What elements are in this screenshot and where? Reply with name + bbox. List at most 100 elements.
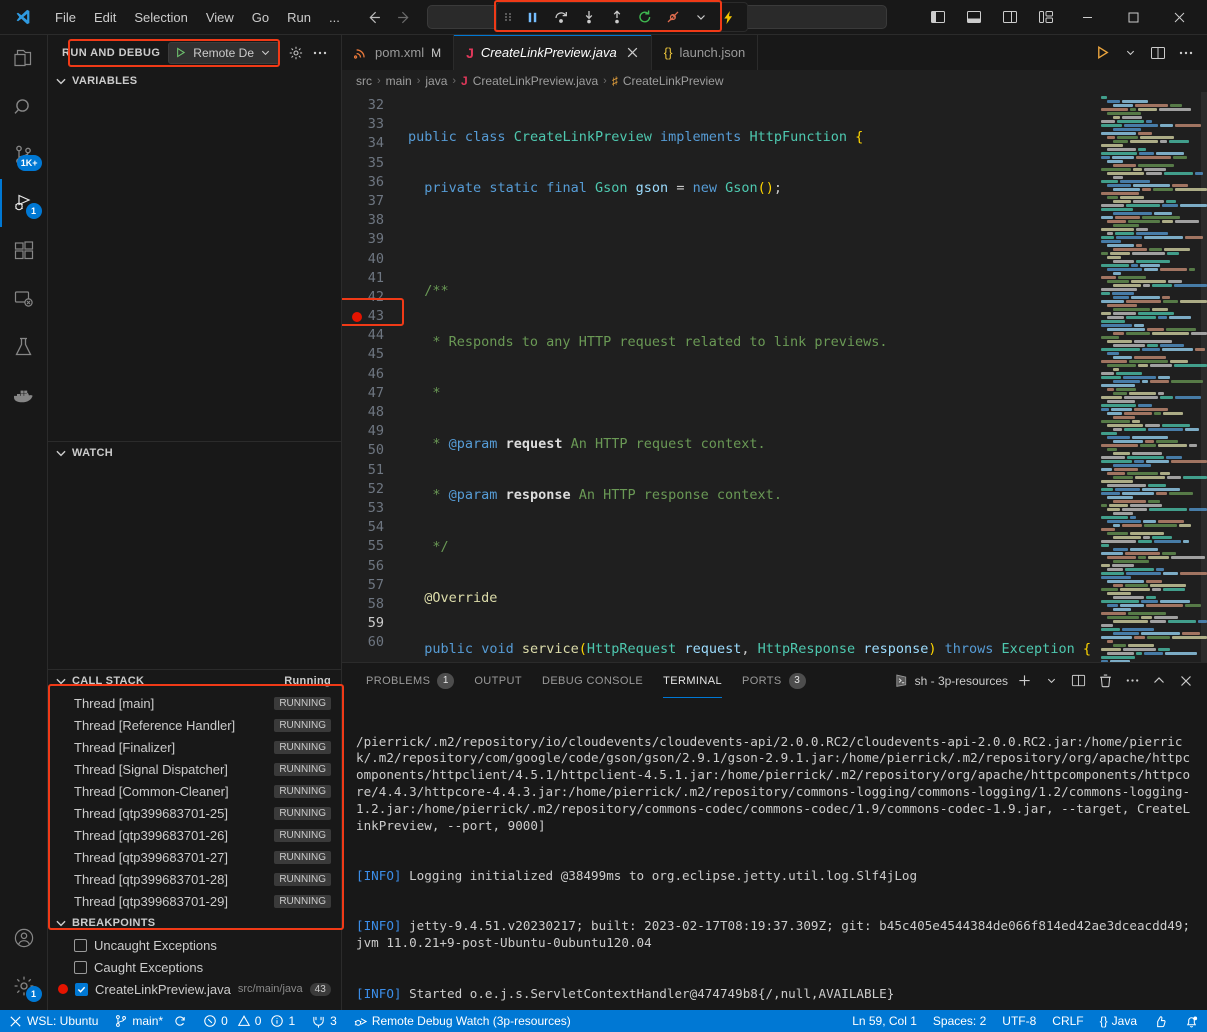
close-window-button[interactable] bbox=[1157, 0, 1201, 34]
code-editor[interactable]: 32 33 34 35 36 37 38 39 40 41 42 43 44 4… bbox=[342, 92, 1207, 662]
debug-session-dropdown-icon[interactable] bbox=[688, 5, 713, 29]
status-encoding[interactable]: UTF-8 bbox=[994, 1010, 1044, 1032]
debug-step-out-button[interactable] bbox=[604, 5, 629, 29]
menu-file[interactable]: File bbox=[46, 6, 85, 29]
toggle-panel-icon[interactable] bbox=[957, 2, 991, 32]
customize-layout-icon[interactable] bbox=[1029, 2, 1063, 32]
checkbox[interactable] bbox=[74, 961, 87, 974]
debug-pause-button[interactable] bbox=[520, 5, 545, 29]
breakpoint-dot-icon[interactable] bbox=[352, 312, 362, 322]
minimize-window-button[interactable] bbox=[1065, 0, 1109, 34]
minimap-slider[interactable] bbox=[1201, 92, 1207, 662]
activity-item-remote-explorer[interactable] bbox=[0, 275, 48, 323]
menu-run[interactable]: Run bbox=[278, 6, 320, 29]
breadcrumb-src[interactable]: src bbox=[356, 74, 372, 88]
checkbox[interactable] bbox=[75, 983, 88, 996]
menu-view[interactable]: View bbox=[197, 6, 243, 29]
tab-output[interactable]: OUTPUT bbox=[464, 663, 532, 698]
callstack-section-header[interactable]: CALL STACK Running bbox=[48, 670, 341, 692]
run-dropdown-icon[interactable] bbox=[1117, 39, 1143, 67]
breadcrumb-symbol[interactable]: CreateLinkPreview bbox=[623, 74, 724, 88]
breadcrumb-java[interactable]: java bbox=[425, 74, 447, 88]
list-item[interactable]: Thread [Common-Cleaner] RUNNING bbox=[48, 780, 341, 802]
list-item[interactable]: Thread [qtp399683701-27] RUNNING bbox=[48, 846, 341, 868]
breakpoint-caught-exceptions[interactable]: Caught Exceptions bbox=[48, 956, 341, 978]
terminal-output[interactable]: /pierrick/.m2/repository/io/cloudevents/… bbox=[342, 698, 1207, 1010]
maximize-panel-button[interactable] bbox=[1148, 669, 1170, 693]
debug-hot-reload-icon[interactable] bbox=[716, 5, 741, 29]
list-item[interactable]: Thread [qtp399683701-29] RUNNING bbox=[48, 890, 341, 912]
activity-item-accounts[interactable] bbox=[0, 914, 48, 962]
list-item[interactable]: Thread [Finalizer] RUNNING bbox=[48, 736, 341, 758]
tab-launch-json[interactable]: {} launch.json bbox=[652, 35, 758, 70]
new-terminal-button[interactable] bbox=[1013, 669, 1035, 693]
debug-toolbar-drag-handle[interactable] bbox=[503, 9, 517, 25]
list-item[interactable]: Thread [qtp399683701-28] RUNNING bbox=[48, 868, 341, 890]
menu-edit[interactable]: Edit bbox=[85, 6, 125, 29]
status-problems-indicator[interactable]: 0 0 1 bbox=[195, 1010, 303, 1032]
activity-item-explorer[interactable] bbox=[0, 35, 48, 83]
status-language-mode[interactable]: {} Java bbox=[1092, 1010, 1145, 1032]
breakpoints-section-header[interactable]: BREAKPOINTS bbox=[48, 912, 341, 934]
list-item[interactable]: Thread [Reference Handler] RUNNING bbox=[48, 714, 341, 736]
status-indentation[interactable]: Spaces: 2 bbox=[925, 1010, 994, 1032]
menu-selection[interactable]: Selection bbox=[125, 6, 196, 29]
activity-item-testing[interactable] bbox=[0, 323, 48, 371]
activity-item-extensions[interactable] bbox=[0, 227, 48, 275]
activity-item-settings[interactable]: 1 bbox=[0, 962, 48, 1010]
status-ports-indicator[interactable]: 3 bbox=[303, 1010, 345, 1032]
list-item[interactable]: Thread [main] RUNNING bbox=[48, 692, 341, 714]
debug-disconnect-button[interactable] bbox=[660, 5, 685, 29]
status-debug-session[interactable]: Remote Debug Watch (3p-resources) bbox=[345, 1010, 579, 1032]
activity-item-source-control[interactable]: 1K+ bbox=[0, 131, 48, 179]
status-remote-indicator[interactable]: WSL: Ubuntu bbox=[0, 1010, 106, 1032]
split-terminal-button[interactable] bbox=[1067, 669, 1089, 693]
tab-pom-xml[interactable]: pom.xml M bbox=[342, 35, 454, 70]
watch-section-header[interactable]: WATCH bbox=[48, 442, 341, 464]
terminal-dropdown-icon[interactable] bbox=[1040, 669, 1062, 693]
debug-step-over-button[interactable] bbox=[548, 5, 573, 29]
active-terminal-entry[interactable]: sh - 3p-resources bbox=[894, 673, 1008, 688]
status-feedback[interactable] bbox=[1145, 1010, 1176, 1032]
activity-item-search[interactable] bbox=[0, 83, 48, 131]
back-arrow-icon[interactable] bbox=[365, 9, 382, 26]
list-item[interactable]: Thread [qtp399683701-25] RUNNING bbox=[48, 802, 341, 824]
minimap[interactable] bbox=[1097, 92, 1207, 662]
launch-configuration-select[interactable]: Remote De bbox=[168, 42, 280, 64]
status-branch-indicator[interactable]: main* bbox=[106, 1010, 195, 1032]
tab-terminal[interactable]: TERMINAL bbox=[653, 663, 732, 698]
toggle-primary-sidebar-icon[interactable] bbox=[921, 2, 955, 32]
status-cursor-position[interactable]: Ln 59, Col 1 bbox=[844, 1010, 925, 1032]
breadcrumb-file[interactable]: CreateLinkPreview.java bbox=[473, 74, 598, 88]
variables-section-header[interactable]: VARIABLES bbox=[48, 70, 341, 92]
breakpoint-uncaught-exceptions[interactable]: Uncaught Exceptions bbox=[48, 934, 341, 956]
list-item[interactable]: Thread [Signal Dispatcher] RUNNING bbox=[48, 758, 341, 780]
breadcrumb-main[interactable]: main bbox=[386, 74, 412, 88]
code-content[interactable]: public class CreateLinkPreview implement… bbox=[404, 92, 1097, 662]
kill-terminal-button[interactable] bbox=[1094, 669, 1116, 693]
menu-more[interactable]: ... bbox=[320, 6, 349, 29]
activity-item-docker[interactable] bbox=[0, 371, 48, 419]
tab-ports[interactable]: PORTS 3 bbox=[732, 663, 816, 698]
split-editor-button[interactable] bbox=[1145, 39, 1171, 67]
debug-restart-button[interactable] bbox=[632, 5, 657, 29]
sidebar-more-actions-icon[interactable] bbox=[312, 45, 328, 61]
open-launch-json-gear-icon[interactable] bbox=[288, 45, 304, 61]
forward-arrow-icon[interactable] bbox=[396, 9, 413, 26]
status-notifications[interactable] bbox=[1176, 1010, 1207, 1032]
debug-step-into-button[interactable] bbox=[576, 5, 601, 29]
maximize-window-button[interactable] bbox=[1111, 0, 1155, 34]
status-eol[interactable]: CRLF bbox=[1044, 1010, 1091, 1032]
run-button[interactable] bbox=[1089, 39, 1115, 67]
list-item[interactable]: Thread [qtp399683701-26] RUNNING bbox=[48, 824, 341, 846]
line-number-gutter[interactable]: 32 33 34 35 36 37 38 39 40 41 42 43 44 4… bbox=[342, 92, 404, 662]
activity-item-run-and-debug[interactable]: 1 bbox=[0, 179, 48, 227]
editor-more-button[interactable] bbox=[1173, 39, 1199, 67]
tab-create-link-preview-java[interactable]: J CreateLinkPreview.java bbox=[454, 35, 652, 70]
tab-problems[interactable]: PROBLEMS 1 bbox=[356, 663, 464, 698]
close-panel-button[interactable] bbox=[1175, 669, 1197, 693]
tab-debug-console[interactable]: DEBUG CONSOLE bbox=[532, 663, 653, 698]
toggle-secondary-sidebar-icon[interactable] bbox=[993, 2, 1027, 32]
menu-go[interactable]: Go bbox=[243, 6, 278, 29]
tab-close-icon[interactable] bbox=[626, 46, 639, 59]
